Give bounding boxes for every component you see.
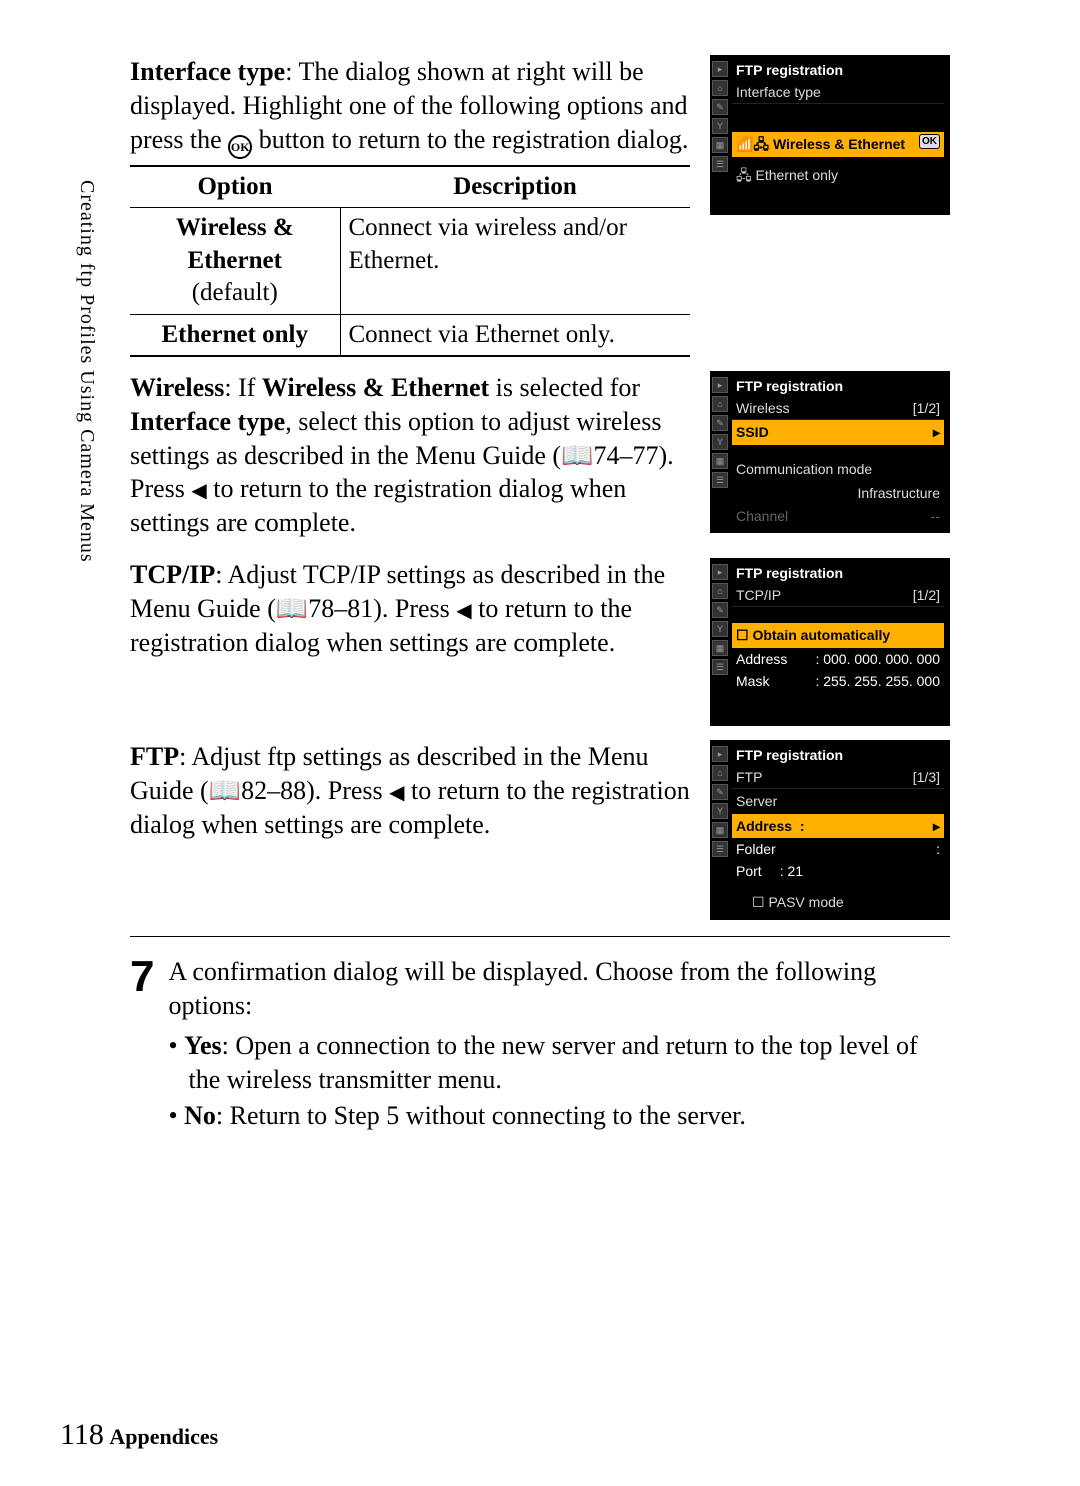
- lcd-port: Port: 21: [732, 860, 944, 882]
- step-number: 7: [130, 955, 154, 1132]
- lcd-subtitle: Wireless[1/2]: [732, 397, 944, 420]
- left-arrow-icon: [456, 594, 471, 623]
- lcd-mask: Mask: 255. 255. 255. 000: [732, 670, 944, 692]
- lcd-comm-mode: Communication mode: [732, 457, 944, 481]
- lcd-obtain-auto: Obtain automatically: [732, 623, 944, 647]
- col-option: Option: [130, 166, 340, 208]
- step-7: 7 A confirmation dialog will be displaye…: [130, 936, 950, 1132]
- lcd-subtitle: Interface type: [732, 81, 944, 104]
- option-no: No: Return to Step 5 without connecting …: [168, 1099, 950, 1133]
- label-interface-type: Interface type: [130, 57, 285, 86]
- lcd-address: Address :: [732, 814, 944, 838]
- step7-intro: A confirmation dialog will be displayed.…: [168, 955, 950, 1023]
- lcd-ssid: SSID: [732, 420, 944, 444]
- ftp-paragraph: FTP: Adjust ftp settings as described in…: [130, 740, 690, 841]
- tcpip-paragraph: TCP/IP: Adjust TCP/IP settings as descri…: [130, 558, 690, 659]
- opt-wireless-ethernet: Wireless & Ethernet(default): [130, 208, 340, 315]
- lcd-title: FTP registration: [732, 59, 944, 81]
- lcd-comm-value: Infrastructure: [732, 481, 944, 505]
- left-arrow-icon: [389, 776, 404, 805]
- wireless-paragraph: Wireless: If Wireless & Ethernet is sele…: [130, 371, 690, 540]
- options-table: OptionDescription Wireless & Ethernet(de…: [130, 165, 690, 358]
- side-running-head: Creating ftp Profiles Using Camera Menus: [74, 180, 100, 563]
- opt-ethernet-only: Ethernet only: [130, 314, 340, 356]
- lcd-folder: Folder:: [732, 838, 944, 860]
- lcd-channel: Channel--: [732, 505, 944, 527]
- left-arrow-icon: [191, 474, 206, 503]
- page-footer: 118 Appendices: [60, 1415, 218, 1454]
- lcd-title: FTP registration: [732, 744, 944, 766]
- screenshot-interface-type: ▸⌂✎Y▦☰ FTP registration Interface type 📶…: [710, 55, 950, 215]
- page-content: Interface type: The dialog shown at righ…: [130, 55, 950, 1132]
- footer-section: Appendices: [109, 1424, 218, 1449]
- lcd-pasv: PASV mode: [732, 890, 944, 914]
- col-description: Description: [340, 166, 690, 208]
- screenshot-wireless: ▸⌂✎Y▦☰ FTP registration Wireless[1/2] SS…: [710, 371, 950, 533]
- desc-ethernet-only: Connect via Ethernet only.: [340, 314, 690, 356]
- desc-wireless-ethernet: Connect via wireless and/or Ethernet.: [340, 208, 690, 315]
- ok-button-icon: OK: [228, 135, 252, 159]
- lcd-address: Address: 000. 000. 000. 000: [732, 648, 944, 670]
- lcd-server: Server: [732, 789, 944, 813]
- lcd-subtitle: TCP/IP[1/2]: [732, 584, 944, 607]
- lcd-selected-item: 📶🖧 Wireless & EthernetOK: [732, 132, 944, 156]
- screenshot-ftp: ▸⌂✎Y▦☰ FTP registration FTP[1/3] Server …: [710, 740, 950, 920]
- screenshot-tcpip: ▸⌂✎Y▦☰ FTP registration TCP/IP[1/2] Obta…: [710, 558, 950, 726]
- lcd-subtitle: FTP[1/3]: [732, 766, 944, 789]
- lcd-title: FTP registration: [732, 562, 944, 584]
- interface-type-paragraph: Interface type: The dialog shown at righ…: [130, 55, 690, 159]
- page-number: 118: [60, 1418, 104, 1451]
- option-yes: Yes: Open a connection to the new server…: [168, 1029, 950, 1097]
- lcd-item: 🖧 Ethernet only: [732, 163, 944, 187]
- text: button to return to the registration dia…: [252, 125, 688, 154]
- lcd-title: FTP registration: [732, 375, 944, 397]
